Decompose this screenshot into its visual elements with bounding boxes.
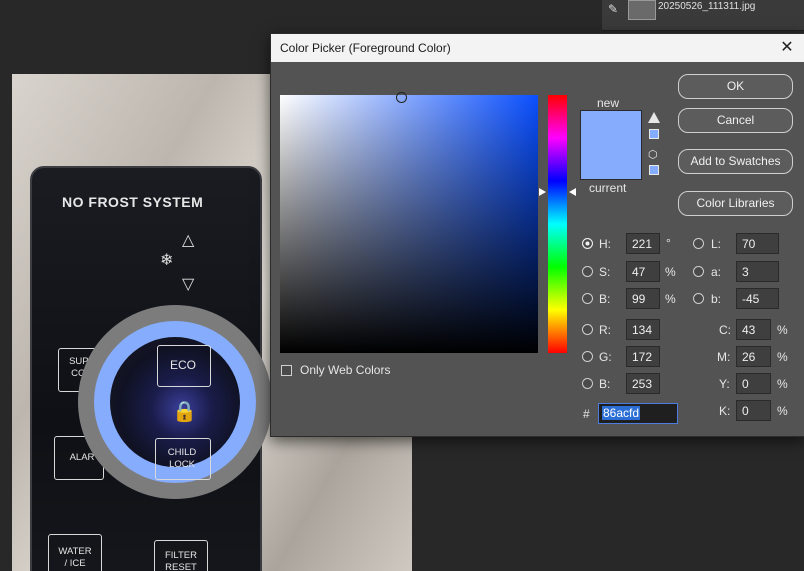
only-web-colors-checkbox[interactable]	[281, 365, 292, 376]
magenta-unit: %	[777, 350, 788, 364]
hex-value: 86acfd	[602, 406, 641, 420]
filter-reset-label: FILTER RESET	[164, 550, 198, 571]
hue-slider-handle-left[interactable]	[539, 188, 546, 196]
red-radio[interactable]	[582, 324, 593, 335]
blue-input[interactable]: 253	[626, 373, 660, 394]
saturation-unit: %	[665, 265, 676, 279]
black-input[interactable]: 0	[736, 400, 771, 421]
down-arrow-icon: ▽	[182, 276, 195, 293]
water-ice-label: WATER / ICE	[58, 546, 92, 569]
current-label: current	[589, 181, 627, 195]
saturation-brightness-field[interactable]	[280, 95, 538, 353]
hue-slider[interactable]	[548, 95, 567, 353]
eco-label: ECO	[169, 358, 196, 372]
cyan-label: C:	[719, 323, 731, 337]
layer-thumbnail[interactable]	[628, 0, 656, 20]
hue-input[interactable]: 221	[626, 233, 660, 254]
lightness-radio[interactable]	[693, 238, 704, 249]
add-to-swatches-button[interactable]: Add to Swatches	[678, 149, 793, 174]
warning-icon[interactable]	[648, 112, 660, 123]
magenta-input[interactable]: 26	[736, 346, 771, 367]
blue-label: B:	[599, 377, 611, 391]
color-picker-dialog: Color Picker (Foreground Color) ✕ new cu…	[270, 33, 804, 437]
green-label: G:	[599, 350, 612, 364]
child-lock-label: CHILD LOCK	[167, 447, 197, 470]
web-safe-cube-icon[interactable]: ⬡	[648, 148, 658, 161]
current-color-swatch[interactable]	[581, 145, 641, 179]
only-web-colors-label[interactable]: Only Web Colors	[300, 363, 390, 377]
new-label: new	[597, 96, 620, 110]
red-label: R:	[599, 323, 611, 337]
brightness-unit: %	[665, 292, 676, 306]
green-input[interactable]: 172	[626, 346, 660, 367]
a-channel-input[interactable]: 3	[736, 261, 779, 282]
lightness-label: L:	[711, 237, 722, 251]
layer-name[interactable]: 20250526_111311.jpg	[658, 1, 755, 12]
ok-button[interactable]: OK	[678, 74, 793, 99]
yellow-input[interactable]: 0	[736, 373, 771, 394]
snowflake-icon: ❄	[160, 252, 174, 269]
color-libraries-button[interactable]: Color Libraries	[678, 191, 793, 216]
blue-radio[interactable]	[582, 378, 593, 389]
hue-label: H:	[599, 237, 611, 251]
yellow-unit: %	[777, 377, 788, 391]
new-color-swatch	[581, 111, 641, 145]
green-radio[interactable]	[582, 351, 593, 362]
b-channel-label: b:	[711, 292, 722, 306]
panel-title: NO FROST SYSTEM	[62, 194, 204, 210]
up-arrow-icon: △	[182, 232, 195, 249]
hex-prefix: #	[583, 407, 590, 421]
web-safe-swatch[interactable]	[649, 165, 659, 175]
color-swatch	[580, 110, 642, 180]
cyan-input[interactable]: 43	[736, 319, 771, 340]
lightness-input[interactable]: 70	[736, 233, 779, 254]
hue-unit: °	[666, 236, 671, 250]
hex-input[interactable]: 86acfd	[598, 403, 678, 424]
hue-slider-handle-right[interactable]	[569, 188, 576, 196]
lock-icon: 🔒	[172, 401, 197, 423]
saturation-label: S:	[599, 265, 611, 279]
b-channel-radio[interactable]	[693, 293, 704, 304]
close-icon[interactable]: ✕	[776, 37, 798, 59]
color-field-marker[interactable]	[396, 92, 407, 103]
dialog-title: Color Picker (Foreground Color)	[280, 41, 451, 55]
saturation-input[interactable]: 47	[626, 261, 660, 282]
cancel-button[interactable]: Cancel	[678, 108, 793, 133]
brightness-radio[interactable]	[582, 293, 593, 304]
yellow-label: Y:	[719, 377, 730, 391]
hue-radio[interactable]	[582, 238, 593, 249]
black-unit: %	[777, 404, 788, 418]
red-input[interactable]: 134	[626, 319, 660, 340]
a-channel-label: a:	[711, 265, 722, 279]
brightness-input[interactable]: 99	[626, 288, 660, 309]
cyan-unit: %	[777, 323, 788, 337]
a-channel-radio[interactable]	[693, 266, 704, 277]
saturation-radio[interactable]	[582, 266, 593, 277]
brightness-label: B:	[599, 292, 611, 306]
dialog-titlebar[interactable]: Color Picker (Foreground Color) ✕	[271, 34, 804, 62]
gamut-swatch[interactable]	[649, 129, 659, 139]
b-channel-input[interactable]: -45	[736, 288, 779, 309]
brush-icon[interactable]: ✎	[608, 2, 618, 16]
black-label: K:	[719, 404, 731, 418]
magenta-label: M:	[717, 350, 731, 364]
